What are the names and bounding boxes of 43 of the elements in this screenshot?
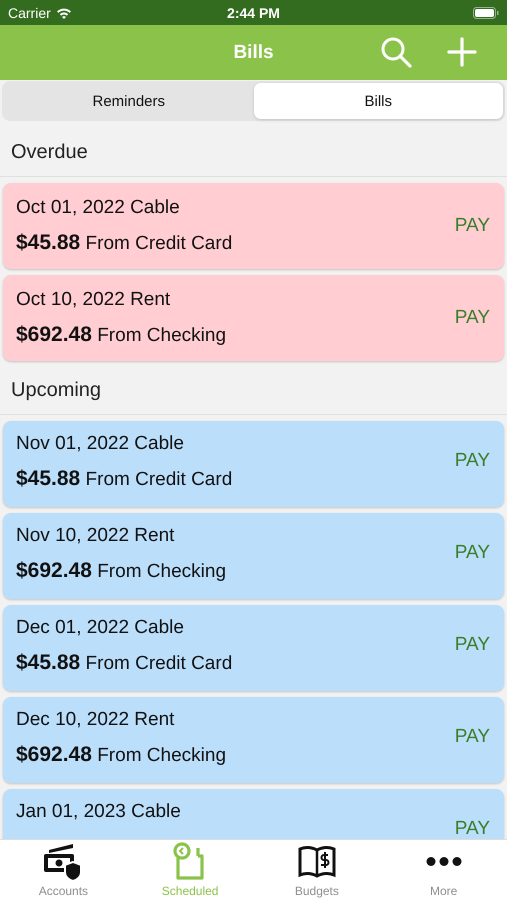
tab-bar-item[interactable]: Scheduled	[126, 840, 254, 900]
section-header: Overdue	[0, 129, 507, 177]
bill-amount-line: $45.88 From Credit Card	[16, 651, 234, 675]
wifi-icon	[56, 6, 72, 18]
screen-title: Bills	[233, 42, 274, 64]
bill-title: Dec 10, 2022 Rent	[16, 709, 176, 731]
bill-amount-line: $45.88 From Credit Card	[16, 231, 234, 255]
segment-tab[interactable]: Bills	[254, 83, 503, 119]
bill-card[interactable]: Oct 01, 2022 Cable $45.88 From Credit Card PAY	[3, 183, 504, 269]
search-icon[interactable]	[379, 35, 413, 69]
pay-button[interactable]: PAY	[454, 819, 490, 839]
more-icon	[424, 857, 464, 866]
bill-card[interactable]: Jan 01, 2023 Cable PAY	[3, 789, 504, 839]
bill-title: Nov 10, 2022 Rent	[16, 525, 176, 547]
bill-amount-line: $692.48 From Checking	[16, 743, 228, 767]
bill-amount-line: $692.48 From Checking	[16, 559, 228, 583]
bill-card[interactable]: Dec 10, 2022 Rent $692.48 From Checking PAY	[3, 697, 504, 783]
pay-button[interactable]: PAY	[454, 451, 490, 471]
pay-button[interactable]: PAY	[454, 635, 490, 655]
bill-title: Oct 01, 2022 Cable	[16, 197, 181, 219]
carrier-label: Carrier	[8, 4, 51, 20]
battery-icon	[472, 6, 499, 18]
pay-button[interactable]: PAY	[454, 215, 490, 237]
pay-button[interactable]: PAY	[454, 543, 490, 563]
tab-bar-item[interactable]: Accounts	[0, 840, 127, 900]
bill-title: Jan 01, 2023 Cable	[16, 801, 182, 823]
pay-button[interactable]: PAY	[454, 307, 490, 329]
bill-title: Nov 01, 2022 Cable	[16, 433, 185, 455]
status-time: 2:44 PM	[227, 4, 280, 20]
bill-card[interactable]: Nov 01, 2022 Cable $45.88 From Credit Card PAY	[3, 421, 504, 507]
bill-title: Oct 10, 2022 Rent	[16, 289, 172, 311]
segment-tab[interactable]: Reminders	[4, 83, 254, 119]
bill-title: Dec 01, 2022 Cable	[16, 617, 185, 639]
tab-bar-item[interactable]: More	[380, 840, 507, 900]
bill-card[interactable]: Oct 10, 2022 Rent $692.48 From Checking PAY	[3, 275, 504, 361]
bill-card[interactable]: Nov 10, 2022 Rent $692.48 From Checking PAY	[3, 513, 504, 599]
bill-amount-line: $692.48 From Checking	[16, 323, 228, 347]
tab-bar-item[interactable]: Budgets	[254, 840, 380, 900]
bill-card[interactable]: Dec 01, 2022 Cable $45.88 From Credit Card PAY	[3, 605, 504, 691]
section-header: Upcoming	[0, 367, 507, 415]
add-icon[interactable]	[447, 37, 477, 67]
bill-amount-line: $45.88 From Credit Card	[16, 467, 234, 491]
pay-button[interactable]: PAY	[454, 727, 490, 747]
